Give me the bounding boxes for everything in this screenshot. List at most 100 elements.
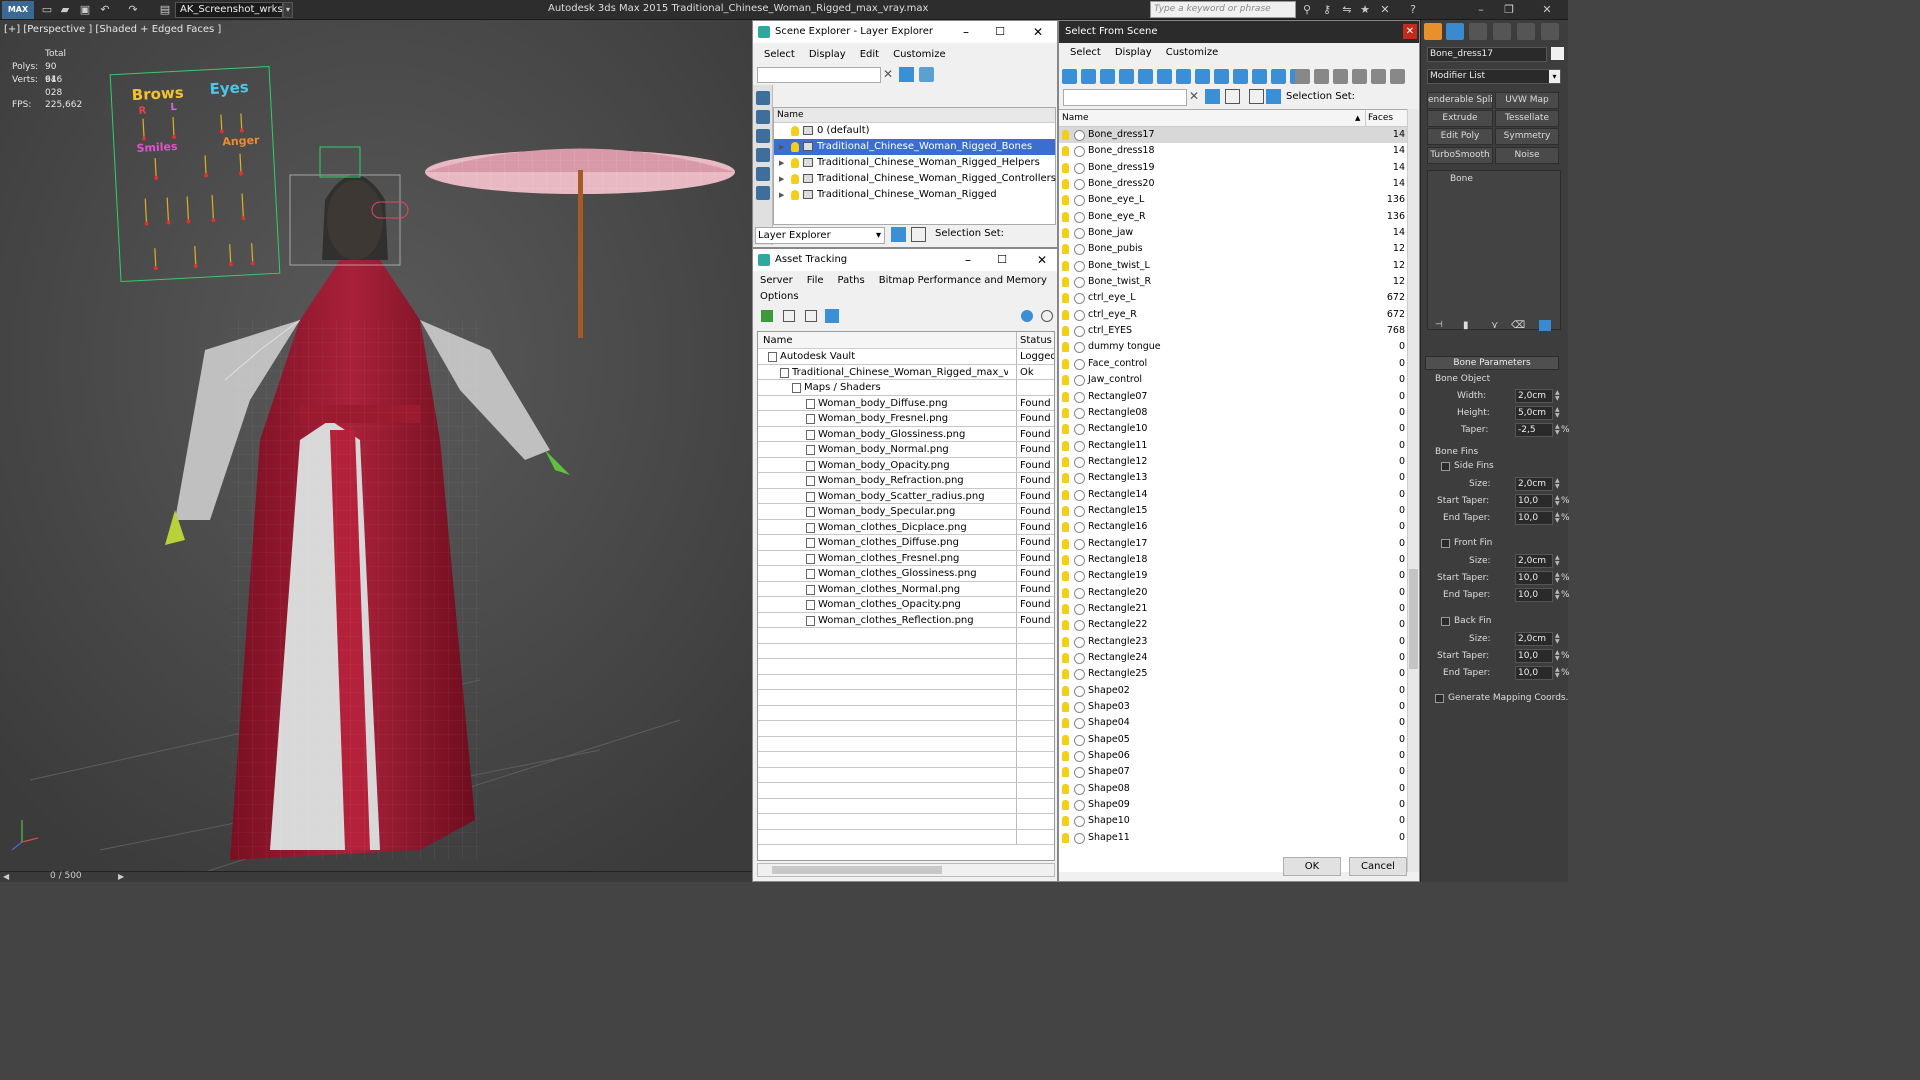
- layer-row[interactable]: ▶ Traditional_Chinese_Woman_Rigged: [774, 187, 1055, 203]
- object-row[interactable]: Rectangle24 0: [1059, 650, 1409, 666]
- object-row[interactable]: Bone_dress17 14: [1059, 127, 1409, 144]
- select-spacewarps-icon[interactable]: [1176, 69, 1191, 84]
- object-row[interactable]: Rectangle13 0: [1059, 470, 1409, 486]
- asset-row[interactable]: Woman_clothes_Fresnel.png Found: [758, 550, 1054, 566]
- keyword-search-input[interactable]: Type a keyword or phrase: [1150, 1, 1296, 18]
- visibility-bulb-icon[interactable]: [1062, 653, 1069, 663]
- scrollbar-thumb[interactable]: [772, 866, 942, 874]
- pin-stack-icon[interactable]: ⊣: [1435, 320, 1443, 330]
- asset-row[interactable]: Woman_body_Normal.png Found: [758, 442, 1054, 458]
- object-row[interactable]: Shape02 0: [1059, 683, 1409, 699]
- menu-edit[interactable]: Edit: [853, 45, 886, 65]
- object-row[interactable]: Bone_dress19 14: [1059, 160, 1409, 176]
- help-icon[interactable]: ?: [1406, 3, 1420, 16]
- asset-row[interactable]: Woman_clothes_Dicplace.png Found: [758, 519, 1054, 535]
- spinner-arrows-icon[interactable]: ▲ ▼: [1555, 390, 1560, 402]
- asset-row[interactable]: Woman_body_Refraction.png Found: [758, 473, 1054, 489]
- selection-set-icon[interactable]: [1266, 89, 1281, 104]
- object-row[interactable]: Rectangle15 0: [1059, 503, 1409, 519]
- display-large-icon[interactable]: [1333, 69, 1348, 84]
- visibility-bulb-icon[interactable]: [1062, 702, 1069, 713]
- object-row[interactable]: ctrl_eye_L 672: [1059, 290, 1409, 306]
- display-geometry-icon[interactable]: [756, 110, 770, 124]
- visibility-bulb-icon[interactable]: [1062, 685, 1069, 696]
- visibility-bulb-icon[interactable]: [1062, 375, 1069, 386]
- clear-search-icon[interactable]: ✕: [883, 67, 893, 81]
- extrude-button[interactable]: Extrude: [1427, 110, 1493, 127]
- visibility-bulb-icon[interactable]: [1062, 326, 1069, 337]
- select-bones-icon[interactable]: [1233, 69, 1248, 84]
- visibility-bulb-icon[interactable]: [1062, 228, 1069, 239]
- visibility-bulb-icon[interactable]: [1062, 146, 1069, 157]
- spinner-arrows-icon[interactable]: ▲ ▼: [1555, 589, 1560, 601]
- asset-row[interactable]: Woman_clothes_Diffuse.png Found: [758, 535, 1054, 551]
- settings-icon[interactable]: [1041, 310, 1053, 322]
- workspace-dropdown[interactable]: AK_Screenshot_wrksp: [175, 2, 283, 18]
- object-row[interactable]: Shape03 0: [1059, 699, 1409, 715]
- renderable-spline-button[interactable]: enderable Spli: [1427, 92, 1493, 109]
- collapse-icon[interactable]: [1390, 69, 1405, 84]
- bone-parameters-rollout[interactable]: Bone Parameters: [1425, 356, 1559, 370]
- visibility-bulb-icon[interactable]: [1062, 309, 1069, 320]
- object-row[interactable]: Rectangle12 0: [1059, 454, 1409, 470]
- restore-icon[interactable]: ❐: [1496, 2, 1522, 18]
- create-tab-icon[interactable]: [1424, 23, 1442, 40]
- menu-customize[interactable]: Customize: [886, 45, 953, 65]
- object-row[interactable]: Jaw_control 0: [1059, 372, 1409, 388]
- object-row[interactable]: Rectangle22 0: [1059, 617, 1409, 633]
- visibility-bulb-icon[interactable]: [1062, 751, 1069, 762]
- select-frozen-icon[interactable]: [1271, 69, 1286, 84]
- visibility-bulb-icon[interactable]: [1062, 522, 1069, 533]
- select-containers-icon[interactable]: [1252, 69, 1267, 84]
- menu-display[interactable]: Display: [1108, 43, 1159, 63]
- layer-icon[interactable]: [1249, 89, 1264, 104]
- filter-list-icon[interactable]: [1352, 69, 1367, 84]
- object-row[interactable]: Face_control 0: [1059, 356, 1409, 372]
- visibility-bulb-icon[interactable]: [1062, 277, 1069, 288]
- project-folder-icon[interactable]: ▤: [158, 3, 172, 16]
- maximize-icon[interactable]: ☐: [997, 249, 1007, 271]
- make-unique-icon[interactable]: ⋎: [1491, 320, 1498, 331]
- object-row[interactable]: Shape09 0: [1059, 797, 1409, 813]
- undo-icon[interactable]: ↶: [98, 3, 112, 16]
- modifier-stack[interactable]: Bone: [1427, 170, 1561, 330]
- facial-rig-board[interactable]: Brows Eyes R L Smiles Anger: [109, 65, 281, 283]
- object-row[interactable]: Rectangle16 0: [1059, 519, 1409, 535]
- expand-arrow-icon[interactable]: ▶: [779, 187, 784, 203]
- asset-row[interactable]: Woman_body_Diffuse.png Found: [758, 395, 1054, 411]
- object-row[interactable]: Bone_eye_R 136: [1059, 209, 1409, 225]
- chevron-down-icon[interactable]: ▾: [283, 2, 293, 18]
- visibility-bulb-icon[interactable]: [1062, 538, 1069, 549]
- object-row[interactable]: Rectangle19 0: [1059, 568, 1409, 584]
- object-row[interactable]: ctrl_EYES 768: [1059, 323, 1409, 339]
- display-helpers-icon[interactable]: [756, 186, 770, 200]
- exchange-icon[interactable]: ⇋: [1340, 3, 1354, 16]
- visibility-bulb-icon[interactable]: [1062, 407, 1069, 418]
- select-from-scene-titlebar[interactable]: Select From Scene ✕: [1059, 21, 1419, 43]
- asset-row[interactable]: Woman_body_Specular.png Found: [758, 504, 1054, 520]
- select-lights-icon[interactable]: [1119, 69, 1134, 84]
- visibility-bulb-icon[interactable]: [1062, 260, 1069, 271]
- minimize-icon[interactable]: –: [965, 249, 971, 271]
- width-spinner[interactable]: 2,0cm: [1515, 389, 1553, 403]
- visibility-bulb-icon[interactable]: [1062, 767, 1069, 778]
- object-row[interactable]: Rectangle17 0: [1059, 536, 1409, 552]
- configure-modifier-sets-icon[interactable]: [1539, 320, 1551, 331]
- asset-row[interactable]: Woman_body_Scatter_radius.png Found: [758, 488, 1054, 504]
- object-row[interactable]: Rectangle11 0: [1059, 438, 1409, 454]
- visibility-bulb-icon[interactable]: [791, 142, 799, 152]
- asset-row[interactable]: Woman_clothes_Glossiness.png Found: [758, 566, 1054, 582]
- menu-select[interactable]: Select: [1063, 43, 1108, 63]
- noise-button[interactable]: Noise: [1495, 147, 1559, 164]
- close-icon[interactable]: ✕: [1403, 24, 1417, 39]
- front-fin-start-taper-spinner[interactable]: 10,0: [1515, 571, 1553, 585]
- scrollbar-thumb[interactable]: [1409, 569, 1418, 669]
- detail-view-icon[interactable]: [805, 310, 817, 322]
- back-fin-end-taper-spinner[interactable]: 10,0: [1515, 666, 1553, 680]
- visibility-bulb-icon[interactable]: [1062, 211, 1069, 222]
- visibility-bulb-icon[interactable]: [1062, 783, 1069, 794]
- asset-tracking-titlebar[interactable]: Asset Tracking – ☐ ✕: [753, 249, 1057, 271]
- visibility-bulb-icon[interactable]: [791, 126, 799, 136]
- perspective-viewport[interactable]: [+] [Perspective ] [Shaded + Edged Faces…: [0, 20, 752, 871]
- generate-mapping-checkbox[interactable]: [1435, 694, 1444, 703]
